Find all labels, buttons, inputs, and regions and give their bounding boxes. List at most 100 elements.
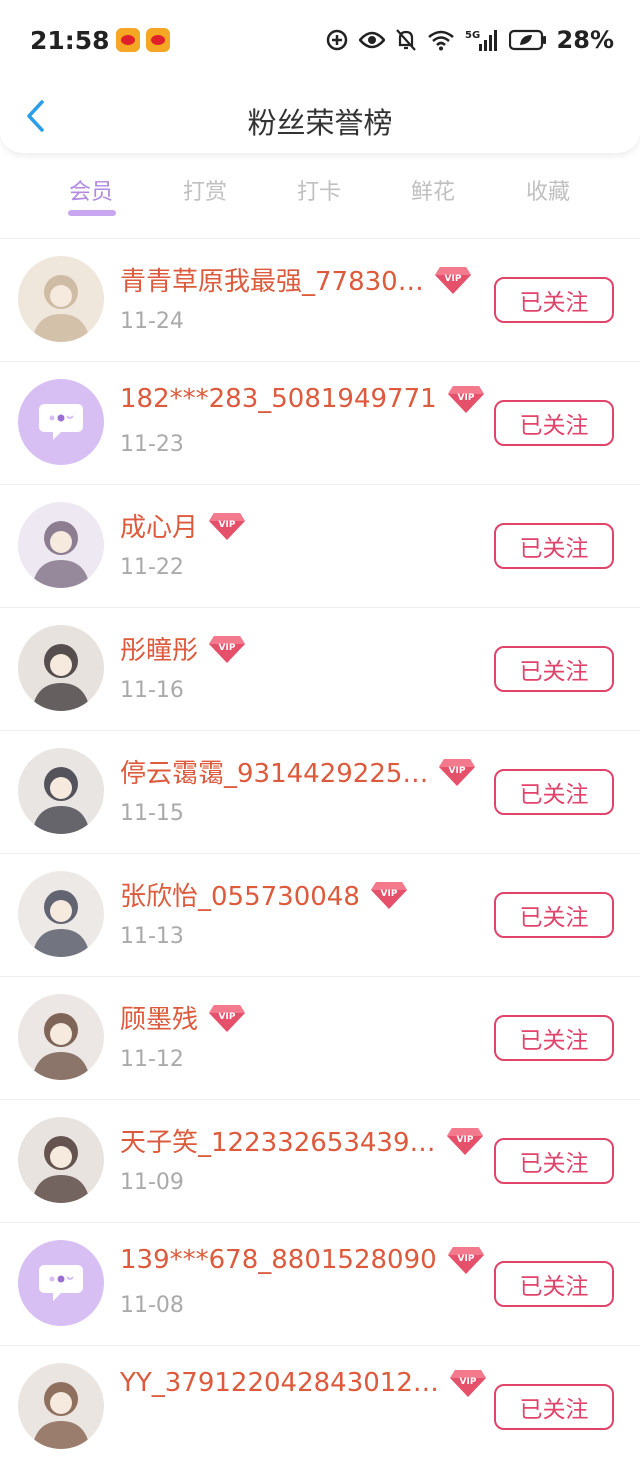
svg-text:5G: 5G — [465, 30, 480, 41]
vip-badge-text: VIP — [456, 1135, 473, 1145]
weibo-icon — [145, 28, 170, 52]
follow-date: 11-22 — [120, 555, 184, 580]
fan-row[interactable]: 顾墨残 VIP 11-12 已关注 — [0, 976, 640, 1099]
fan-name: 139***678_8801528090 VIP — [120, 1245, 485, 1275]
followed-button[interactable]: 已关注 — [494, 1384, 614, 1430]
vip-badge-icon: VIP — [439, 758, 476, 786]
user-portrait-icon — [32, 767, 90, 834]
status-left: 21:58 — [30, 26, 170, 55]
fan-row[interactable]: 182***283_5081949771 VIP 11-23 已关注 — [0, 361, 640, 484]
vip-badge-icon: VIP — [209, 1004, 246, 1032]
fan-name: 张欣怡_055730048 VIP — [120, 876, 408, 913]
vip-badge-text: VIP — [219, 520, 236, 530]
tab-flowers[interactable]: 鲜花 — [398, 174, 468, 206]
user-avatar[interactable] — [18, 502, 104, 588]
fan-name: 顾墨残 VIP — [120, 999, 246, 1036]
vip-badge-text: VIP — [219, 643, 236, 653]
user-avatar[interactable] — [18, 748, 104, 834]
vip-badge-text: VIP — [457, 1254, 474, 1264]
vip-badge-text: VIP — [380, 889, 397, 899]
vip-badge-icon: VIP — [209, 635, 246, 663]
data-saver-icon — [326, 29, 347, 51]
default-avatar[interactable] — [18, 1240, 104, 1326]
fan-name-text: 顾墨残 — [120, 1005, 199, 1035]
vip-badge-icon: VIP — [449, 1370, 486, 1397]
follow-date: 11-09 — [120, 1170, 184, 1195]
fan-row[interactable]: 停云霭霭_9314429225… VIP 11-15 已关注 — [0, 730, 640, 853]
fan-name-text: YY_379122042843012… — [120, 1368, 439, 1398]
fan-name: 青青草原我最强_77830… VIP — [120, 261, 472, 298]
chat-bubble-icon — [39, 1265, 83, 1301]
fan-row[interactable]: 彤瞳彤 VIP 11-16 已关注 — [0, 607, 640, 730]
tab-checkin[interactable]: 打卡 — [284, 174, 354, 206]
status-right: 5G 28% — [325, 26, 614, 54]
followed-button[interactable]: 已关注 — [494, 277, 614, 323]
fan-name: 彤瞳彤 VIP — [120, 630, 246, 667]
user-portrait-icon — [32, 890, 90, 957]
followed-button[interactable]: 已关注 — [494, 523, 614, 569]
vip-badge-text: VIP — [457, 393, 474, 403]
fan-name-text: 成心月 — [120, 513, 199, 543]
fan-row[interactable]: 天子笑_122332653439… VIP 11-09 已关注 — [0, 1099, 640, 1222]
tab-member[interactable]: 会员 — [56, 174, 126, 206]
followed-button[interactable]: 已关注 — [494, 646, 614, 692]
fan-row[interactable]: 成心月 VIP 11-22 已关注 — [0, 484, 640, 607]
vip-badge-text: VIP — [459, 1377, 476, 1387]
followed-button[interactable]: 已关注 — [494, 892, 614, 938]
fan-name: YY_379122042843012… VIP — [120, 1368, 487, 1398]
tab-reward[interactable]: 打赏 — [170, 174, 240, 206]
user-avatar[interactable] — [18, 1117, 104, 1203]
user-portrait-icon — [32, 1013, 90, 1080]
fan-name-text: 139***678_8801528090 — [120, 1245, 437, 1275]
followed-button[interactable]: 已关注 — [494, 400, 614, 446]
follow-date: 11-15 — [120, 801, 184, 826]
follow-date: 11-12 — [120, 1047, 184, 1072]
user-portrait-icon — [32, 1136, 90, 1203]
battery-percent: 28% — [556, 26, 614, 54]
fan-name: 天子笑_122332653439… VIP — [120, 1122, 484, 1159]
vip-badge-text: VIP — [219, 1012, 236, 1022]
weibo-icon — [115, 28, 140, 52]
user-portrait-icon — [32, 275, 90, 342]
status-time: 21:58 — [30, 25, 110, 55]
user-avatar[interactable] — [18, 994, 104, 1080]
followed-button[interactable]: 已关注 — [494, 769, 614, 815]
default-avatar[interactable] — [18, 379, 104, 465]
user-avatar[interactable] — [18, 625, 104, 711]
followed-button[interactable]: 已关注 — [494, 1015, 614, 1061]
fan-name-text: 青青草原我最强_77830… — [120, 267, 424, 297]
follow-date: 11-13 — [120, 924, 184, 949]
wifi-icon — [427, 30, 454, 51]
fan-name-text: 182***283_5081949771 — [120, 384, 437, 414]
follow-date: 11-16 — [120, 678, 184, 703]
followed-button[interactable]: 已关注 — [494, 1138, 614, 1184]
user-avatar[interactable] — [18, 1363, 104, 1449]
user-avatar[interactable] — [18, 871, 104, 957]
header: 粉丝荣誉榜 — [0, 80, 640, 154]
follow-date: 11-23 — [120, 432, 184, 457]
vip-badge-icon: VIP — [447, 1247, 484, 1274]
chat-bubble-icon — [39, 404, 83, 440]
5g-signal-icon: 5G — [465, 30, 497, 51]
follow-date: 11-24 — [120, 309, 184, 334]
status-bar: 21:58 5G 28% — [0, 0, 640, 80]
fan-name-text: 天子笑_122332653439… — [120, 1128, 436, 1158]
fan-name: 182***283_5081949771 VIP — [120, 384, 485, 414]
eye-icon — [358, 31, 385, 49]
follow-date: 11-08 — [120, 1293, 184, 1318]
fan-row[interactable]: 青青草原我最强_77830… VIP 11-24 已关注 — [0, 238, 640, 361]
fan-name: 停云霭霭_9314429225… VIP — [120, 753, 476, 790]
tab-favorites[interactable]: 收藏 — [513, 174, 583, 206]
user-portrait-icon — [32, 644, 90, 711]
fan-name-text: 彤瞳彤 — [120, 636, 199, 666]
fan-row[interactable]: YY_379122042843012… VIP 已关注 — [0, 1345, 640, 1468]
vip-badge-icon: VIP — [434, 266, 471, 294]
fan-name: 成心月 VIP — [120, 507, 246, 544]
vip-badge-text: VIP — [449, 766, 466, 776]
user-avatar[interactable] — [18, 256, 104, 342]
fan-row[interactable]: 139***678_8801528090 VIP 11-08 已关注 — [0, 1222, 640, 1345]
followed-button[interactable]: 已关注 — [494, 1261, 614, 1307]
fan-name-text: 张欣怡_055730048 — [120, 882, 360, 912]
user-portrait-icon — [32, 1382, 90, 1449]
fan-row[interactable]: 张欣怡_055730048 VIP 11-13 已关注 — [0, 853, 640, 976]
